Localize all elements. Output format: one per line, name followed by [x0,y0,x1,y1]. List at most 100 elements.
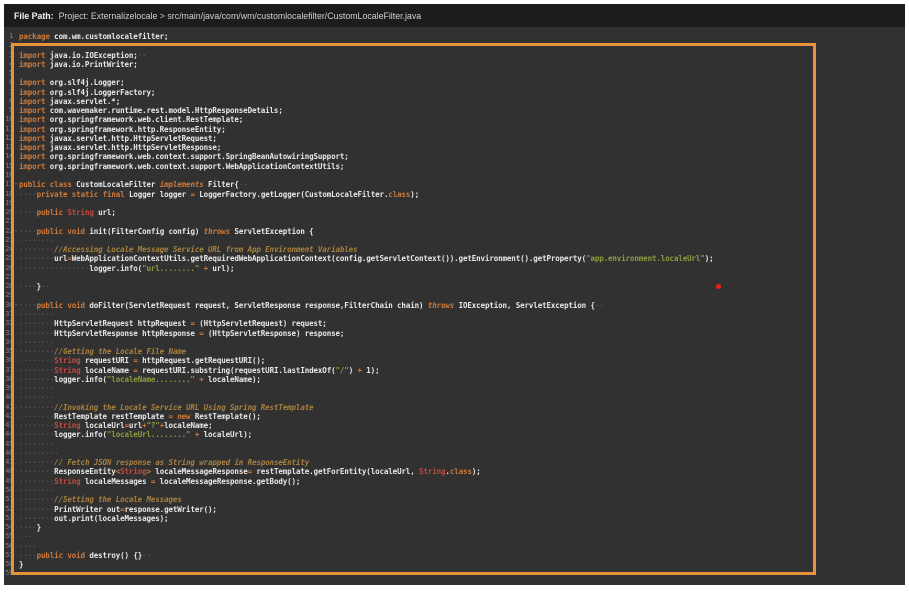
line-number: 6 [4,78,13,87]
code-line[interactable]: 27 [4,273,905,282]
code-text: ········url=WebApplicationContextUtils.g… [19,254,905,263]
line-number: 59 [4,569,13,578]
code-line[interactable]: 49········String localeMessages = locale… [4,477,905,486]
code-line[interactable]: 51········//Setting the Locale Messages [4,495,905,504]
code-line[interactable]: 1package com.wm.customlocalefilter; [4,32,905,41]
code-text: ········//Setting the Locale Messages [19,495,905,504]
line-number: 54 [4,523,13,532]
line-number: 52 [4,505,13,514]
line-number: 28 [4,282,13,291]
line-number: 20 [4,208,13,217]
code-line[interactable]: 57····public void destroy() {}·· [4,551,905,560]
code-editor[interactable]: 1package com.wm.customlocalefilter;23imp… [4,27,905,585]
code-line[interactable]: 41········//Invoking the Locale Service … [4,403,905,412]
code-line[interactable]: 18····private static final Logger logger… [4,190,905,199]
code-line[interactable]: 30-····public void doFilter(ServletReque… [4,301,905,310]
code-line[interactable]: 37········String localeName = requestURI… [4,366,905,375]
line-number: 4 [4,60,13,69]
code-line[interactable]: 59 [4,569,905,578]
code-line[interactable]: 32········HttpServletRequest httpRequest… [4,319,905,328]
code-line[interactable]: 42········RestTemplate restTemplate = ne… [4,412,905,421]
line-number: 22 [4,227,13,236]
breadcrumb: Project: Externalizelocale > src/main/ja… [59,11,422,21]
line-number: 23 [4,236,13,245]
code-line[interactable]: 44········logger.info("localeUrl........… [4,430,905,439]
code-line[interactable]: 50········ [4,486,905,495]
code-text [19,41,905,50]
code-line[interactable]: 25········url=WebApplicationContextUtils… [4,254,905,263]
code-text: ··· [19,532,905,541]
code-line[interactable]: 29 [4,291,905,300]
code-text: ····public void destroy() {}·· [19,551,905,560]
code-line[interactable]: 53········out.print(localeMessages); [4,514,905,523]
code-line[interactable]: 36········String requestURI = httpReques… [4,356,905,365]
editor-window: File Path: Project: Externalizelocale > … [4,4,905,585]
code-line[interactable]: 17-public class CustomLocaleFilter imple… [4,180,905,189]
code-line[interactable]: 39········ [4,384,905,393]
code-line[interactable]: 10import org.springframework.web.client.… [4,115,905,124]
code-line[interactable]: 9import com.wavemaker.runtime.rest.model… [4,106,905,115]
code-line[interactable]: 15import org.springframework.web.context… [4,162,905,171]
line-number: 36 [4,356,13,365]
code-line[interactable]: 38········logger.info("localeName.......… [4,375,905,384]
code-line[interactable]: 52········PrintWriter out=response.getWr… [4,505,905,514]
line-number: 11 [4,125,13,134]
code-line[interactable]: 6 import org.slf4j.Logger; [4,78,905,87]
code-line[interactable]: 5 [4,69,905,78]
code-line[interactable]: 4import java.io.PrintWriter; [4,60,905,69]
code-line[interactable]: 34········ [4,338,905,347]
code-line[interactable]: 13import javax.servlet.http.HttpServletR… [4,143,905,152]
code-text: ········ [19,236,905,245]
code-line[interactable]: 47········// Fetch JSON response as Stri… [4,458,905,467]
code-line[interactable]: 2 [4,41,905,50]
line-number: 56 [4,542,13,551]
code-text: ········ [19,310,905,319]
code-line[interactable]: 26················logger.info("url......… [4,264,905,273]
code-line[interactable]: 35········//Getting the Locale File Name [4,347,905,356]
code-line[interactable]: 23 ········ [4,236,905,245]
code-text: import org.slf4j.Logger; [19,78,905,87]
line-number: 14 [4,152,13,161]
code-line[interactable]: 46········· [4,449,905,458]
code-line[interactable]: 19 [4,199,905,208]
code-line[interactable]: 33········HttpServletResponse httpRespon… [4,329,905,338]
line-number: 43 [4,421,13,430]
code-line[interactable]: 56···· [4,542,905,551]
code-line[interactable]: 7import org.slf4j.LoggerFactory; [4,88,905,97]
code-line[interactable]: 20····public String url; [4,208,905,217]
code-text: ········logger.info("localeName........"… [19,375,905,384]
code-text: import org.springframework.web.client.Re… [19,115,905,124]
code-line[interactable]: 11import org.springframework.http.Respon… [4,125,905,134]
error-marker-dot [716,284,721,289]
code-line[interactable]: 48········ResponseEntity<String> localeM… [4,467,905,476]
code-line[interactable]: 12import javax.servlet.http.HttpServletR… [4,134,905,143]
code-line[interactable]: 58} [4,560,905,569]
code-line[interactable]: 14import org.springframework.web.context… [4,152,905,161]
code-line[interactable]: 8import javax.servlet.*; [4,97,905,106]
line-number: 21 [4,217,13,226]
code-line[interactable]: 54····} [4,523,905,532]
code-line[interactable]: 40········ [4,393,905,402]
code-line[interactable]: 21 [4,217,905,226]
code-text: ········ [19,440,905,449]
code-line[interactable]: 28 ····}·· [4,282,905,291]
code-text: ····}·· [19,282,905,291]
line-number: 13 [4,143,13,152]
code-text: ········//Invoking the Locale Service UR… [19,403,905,412]
code-line[interactable]: 43········String localeUrl=url+"?"+local… [4,421,905,430]
code-line[interactable]: 16 [4,171,905,180]
screenshot-page: File Path: Project: Externalizelocale > … [0,0,909,598]
line-number: 15 [4,162,13,171]
code-text [19,273,905,282]
code-text: import javax.servlet.*; [19,97,905,106]
code-text [19,291,905,300]
code-line[interactable]: 22-····public void init(FilterConfig con… [4,227,905,236]
code-line[interactable]: 3import java.io.IOException;·· [4,51,905,60]
code-line[interactable]: 31········ [4,310,905,319]
line-number: 42 [4,412,13,421]
code-lines: 1package com.wm.customlocalefilter;23imp… [4,32,905,579]
code-line[interactable]: 24········//Accessing Locale Message Ser… [4,245,905,254]
code-text [19,199,905,208]
code-line[interactable]: 45········ [4,440,905,449]
code-line[interactable]: 55··· [4,532,905,541]
